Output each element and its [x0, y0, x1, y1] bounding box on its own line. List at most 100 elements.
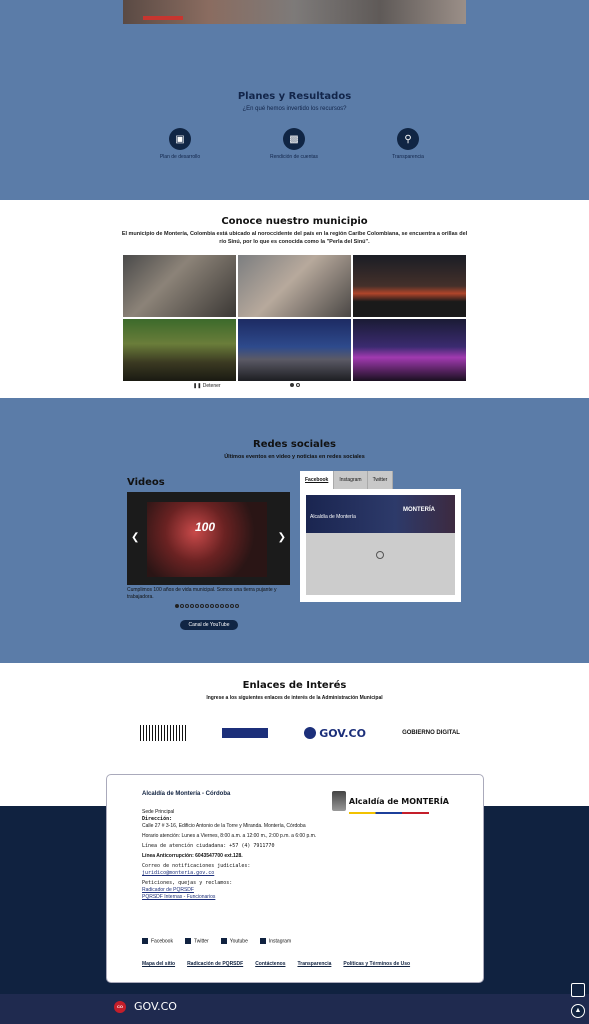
- transparencia-link[interactable]: ⚲ Transparencia: [373, 128, 443, 161]
- footer-social-links: Facebook Twitter Youtube Instagram: [142, 938, 291, 944]
- conoce-title: Conoce nuestro municipio: [221, 216, 368, 227]
- instagram-link[interactable]: Instagram: [259, 938, 292, 945]
- briefcase-icon: ▣: [169, 128, 191, 150]
- tab-facebook[interactable]: Facebook: [300, 471, 335, 489]
- tab-instagram[interactable]: Instagram: [334, 471, 368, 489]
- contactenos-link[interactable]: Contáctenos: [255, 961, 285, 967]
- shield-icon: [331, 791, 346, 811]
- facebook-page-name: Alcaldía de Montería: [310, 514, 356, 520]
- video-dot[interactable]: [175, 604, 179, 608]
- flag-stripe: [348, 812, 429, 814]
- tab-twitter[interactable]: Twitter: [367, 471, 394, 489]
- accessibility-icon[interactable]: [571, 983, 585, 997]
- gallery-photo[interactable]: [353, 255, 466, 317]
- video-dot[interactable]: [220, 604, 224, 608]
- direccion-text: Calle 27 # 3-16, Edificio Antonio de la …: [142, 823, 306, 829]
- radicacion-pqrsdf-link[interactable]: Radicación de PQRSDF: [187, 961, 243, 967]
- footer-title: Alcaldía de Montería - Córdoba: [142, 791, 231, 797]
- direccion-label: Dirección:: [142, 816, 173, 822]
- plan-desarrollo-label: Plan de desarrollo: [159, 154, 201, 160]
- footer-card: Alcaldía de Montería - Córdoba Alcaldía …: [106, 774, 484, 983]
- gallery-pause-label: Detener: [202, 383, 221, 389]
- govco-icon: [304, 727, 317, 739]
- pqrs-label: Peticiones, quejas y reclamos:: [142, 880, 233, 886]
- rendicion-cuentas-link[interactable]: ▩ Rendición de cuentas: [259, 128, 329, 161]
- planes-title: Planes y Resultados: [237, 91, 352, 102]
- search-icon: ⚲: [397, 128, 419, 150]
- gallery-photo[interactable]: [123, 255, 236, 317]
- gallery-dot[interactable]: [290, 383, 294, 387]
- video-dot[interactable]: [235, 604, 239, 608]
- instagram-link-label: Instagram: [268, 938, 292, 945]
- gallery-pagination: [290, 383, 300, 387]
- video-dot[interactable]: [230, 604, 234, 608]
- video-dot[interactable]: [205, 604, 209, 608]
- correo-link[interactable]: juridico@monteria.gov.co: [142, 870, 342, 877]
- transparencia-footer-link[interactable]: Transparencia: [297, 961, 331, 967]
- twitter-link-label: Twitter: [193, 938, 209, 945]
- interest-links-row: GOV.CO GOBIERNO DIGITAL: [140, 725, 460, 741]
- youtube-channel-button[interactable]: Canal de YouTube: [180, 620, 238, 630]
- planes-subtitle: ¿En qué hemos invertido los recursos?: [242, 106, 347, 112]
- video-dot[interactable]: [215, 604, 219, 608]
- govco-bottom-logo[interactable]: CO GOV.CO: [114, 1000, 177, 1013]
- videos-title: Videos: [127, 477, 165, 488]
- top-banner-image: [123, 0, 466, 24]
- colombia-co-icon: CO: [114, 1000, 126, 1013]
- correo-label: Correo de notificaciones judiciales:: [142, 863, 251, 869]
- sede-label: Sede Principal: [142, 809, 175, 815]
- facebook-brand: MONTERÍA: [403, 507, 435, 513]
- video-dot[interactable]: [225, 604, 229, 608]
- facebook-embed: Alcaldía de Montería MONTERÍA: [300, 489, 461, 602]
- instagram-icon: [259, 938, 266, 944]
- govco-link[interactable]: GOV.CO: [304, 727, 366, 740]
- govco-label: GOV.CO: [319, 726, 366, 740]
- gallery-photo[interactable]: [238, 319, 351, 381]
- redes-subtitle: Últimos eventos en video y noticias en r…: [224, 454, 365, 460]
- facebook-link[interactable]: Facebook: [142, 938, 173, 944]
- politicas-link[interactable]: Políticas y Términos de Uso: [343, 961, 410, 967]
- mapa-sitio-link[interactable]: Mapa del sitio: [142, 961, 175, 967]
- youtube-link[interactable]: Youtube: [220, 938, 248, 945]
- signal-bars-icon: ▩: [283, 128, 305, 150]
- video-dot[interactable]: [210, 604, 214, 608]
- gallery-photo[interactable]: [123, 319, 236, 381]
- redes-title: Redes sociales: [253, 439, 336, 450]
- pqrs-link[interactable]: Radicador de PQRSDF: [142, 887, 342, 894]
- gallery-pause-button[interactable]: ❚❚ Detener: [193, 383, 221, 389]
- footer-logo-text: Alcaldía de MONTERÍA: [348, 796, 449, 806]
- twitter-link[interactable]: Twitter: [184, 938, 209, 945]
- rendicion-cuentas-label: Rendición de cuentas: [269, 154, 319, 160]
- scroll-top-icon[interactable]: ▲: [571, 1004, 585, 1018]
- video-dot[interactable]: [180, 604, 184, 608]
- video-dot[interactable]: [200, 604, 204, 608]
- planes-section: Planes y Resultados ¿En qué hemos invert…: [0, 24, 589, 200]
- footer-contact: Sede Principal Dirección: Calle 27 # 3-1…: [142, 809, 342, 901]
- chevron-left-icon[interactable]: ❮: [131, 532, 139, 543]
- chevron-right-icon[interactable]: ❯: [278, 532, 286, 543]
- video-dot[interactable]: [190, 604, 194, 608]
- facebook-feed: [306, 533, 455, 595]
- footer-bottom-links: Mapa del sitio Radicación de PQRSDF Cont…: [142, 961, 410, 967]
- facebook-page-header[interactable]: Alcaldía de Montería MONTERÍA: [306, 495, 455, 533]
- gallery-photo[interactable]: [238, 255, 351, 317]
- footer-logo: Alcaldía de MONTERÍA: [331, 791, 449, 814]
- gallery-photo[interactable]: [353, 319, 466, 381]
- facebook-link-label: Facebook: [151, 938, 173, 945]
- link-logo-barcode[interactable]: [140, 725, 186, 741]
- video-carousel[interactable]: ❮ ❯: [127, 492, 290, 585]
- youtube-link-label: Youtube: [229, 938, 248, 945]
- enlaces-subtitle: Ingrese a los siguientes enlaces de inte…: [206, 695, 383, 701]
- plan-desarrollo-link[interactable]: ▣ Plan de desarrollo: [145, 128, 215, 161]
- horario-text: Horario atención: Lunes a Viernes, 8:00 …: [142, 833, 317, 839]
- pqrs-internas-link[interactable]: PQRSDF Internas - Funcionarios: [142, 894, 342, 901]
- facebook-icon: [142, 938, 148, 944]
- link-logo-blue[interactable]: [222, 728, 269, 738]
- video-dot[interactable]: [185, 604, 189, 608]
- gallery-dot[interactable]: [296, 383, 300, 387]
- gobierno-digital-link[interactable]: GOBIERNO DIGITAL: [402, 730, 460, 736]
- video-dot[interactable]: [195, 604, 199, 608]
- conoce-section: Conoce nuestro municipio El municipio de…: [0, 200, 589, 398]
- enlaces-title: Enlaces de Interés: [242, 680, 347, 691]
- video-thumbnail[interactable]: [147, 502, 267, 577]
